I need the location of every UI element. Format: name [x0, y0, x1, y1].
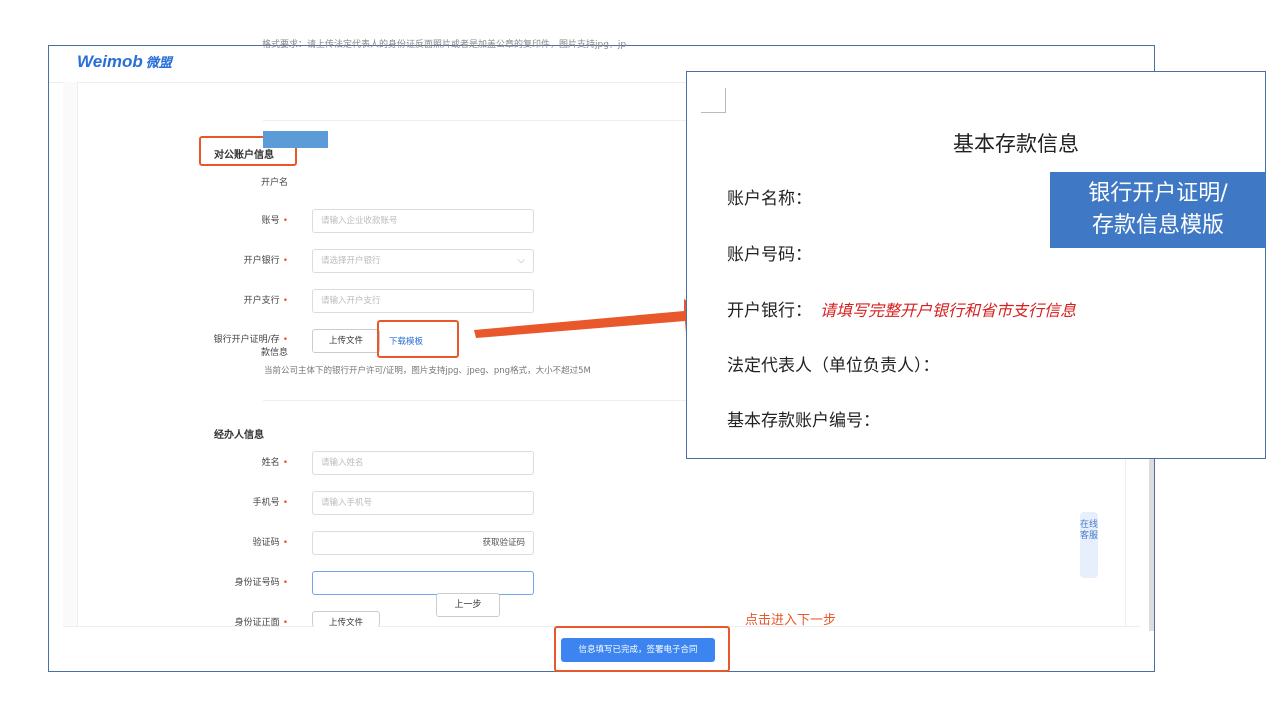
arrow-icon: [474, 299, 712, 338]
bank-fill-hint: 请填写完整开户银行和省市支行信息: [820, 301, 1077, 320]
row-basic-account-no: 基本存款账户编号：: [727, 411, 880, 431]
row-legal-rep: 法定代表人（单位负责人）：: [727, 356, 940, 376]
row-account-number: 账户号码：: [727, 245, 812, 265]
template-title: 基本存款信息: [953, 132, 1079, 156]
template-callout-label: 银行开户证明/存款信息模版: [1050, 172, 1266, 248]
row-account-name: 账户名称：: [727, 189, 812, 209]
deposit-info-template: 基本存款信息 账户名称： 账户号码： 开户银行： 请填写完整开户银行和省市支行信息…: [686, 71, 1266, 459]
row-bank: 开户银行： 请填写完整开户银行和省市支行信息: [727, 301, 1077, 321]
page-corner-mark: [701, 88, 726, 113]
